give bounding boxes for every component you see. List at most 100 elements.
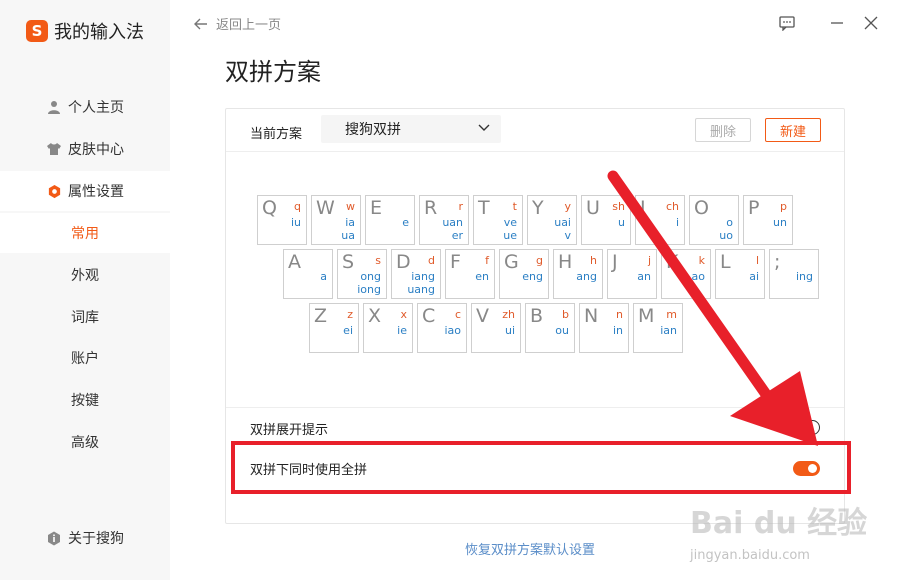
key-f1: an bbox=[637, 270, 651, 283]
sidebar-item-label: 个人主页 bbox=[68, 100, 124, 116]
key-o: Oo uo bbox=[689, 195, 739, 245]
key-f1: ao bbox=[691, 270, 705, 283]
key-init: n bbox=[616, 308, 623, 321]
key-k: Kk ao bbox=[661, 249, 711, 299]
key-main: P bbox=[748, 197, 760, 219]
key-f1: eng bbox=[522, 270, 543, 283]
key-main: J bbox=[612, 251, 618, 273]
key-f1: i bbox=[675, 216, 679, 229]
scheme-select-value: 搜狗双拼 bbox=[345, 122, 401, 138]
key-init: y bbox=[564, 200, 571, 213]
key-main: M bbox=[638, 305, 655, 327]
key-f2: ua bbox=[341, 229, 355, 242]
key-f1: ai bbox=[749, 270, 759, 283]
restore-defaults-link[interactable]: 恢复双拼方案默认设置 bbox=[465, 539, 595, 558]
key-f1: iang bbox=[411, 270, 435, 283]
key-f1: en bbox=[475, 270, 489, 283]
key-main: A bbox=[288, 251, 301, 273]
key-main: B bbox=[530, 305, 544, 327]
key-f1: ing bbox=[795, 270, 813, 283]
key-init: q bbox=[294, 200, 301, 213]
sidebar-item-about[interactable]: 关于搜狗 bbox=[0, 518, 170, 558]
sidebar-subitem-dictionary[interactable]: 词库 bbox=[0, 297, 170, 337]
key-main: E bbox=[370, 197, 383, 219]
sidebar-item-label: 属性设置 bbox=[68, 184, 124, 200]
key-init: t bbox=[512, 200, 517, 213]
key-f1: ie bbox=[397, 324, 407, 337]
toggle-knob bbox=[796, 423, 804, 431]
key-y: Yy uai v bbox=[527, 195, 577, 245]
key-init: w bbox=[346, 200, 355, 213]
key-init: p bbox=[780, 200, 787, 213]
feedback-button[interactable] bbox=[776, 12, 798, 34]
key-f2: er bbox=[451, 229, 463, 242]
key-h: Hh ang bbox=[553, 249, 603, 299]
key-e: Ee bbox=[365, 195, 415, 245]
sidebar-subitem-advanced[interactable]: 高级 bbox=[0, 422, 170, 462]
key-q: Qq iu bbox=[257, 195, 307, 245]
key-init: z bbox=[347, 308, 353, 321]
user-icon bbox=[46, 99, 62, 115]
sidebar-subitem-account[interactable]: 账户 bbox=[0, 338, 170, 378]
sidebar-subitem-appearance[interactable]: 外观 bbox=[0, 255, 170, 295]
page-title: 双拼方案 bbox=[225, 58, 321, 86]
key-f1: ang bbox=[576, 270, 597, 283]
key-m: Mm ian bbox=[633, 303, 683, 353]
message-icon bbox=[779, 15, 795, 31]
key-f1: ou bbox=[555, 324, 569, 337]
key-main: V bbox=[476, 305, 489, 327]
key-f2: uang bbox=[407, 283, 435, 296]
sidebar-item-label: 关于搜狗 bbox=[68, 531, 124, 547]
key-main: D bbox=[396, 251, 411, 273]
back-link[interactable]: 返回上一页 bbox=[194, 14, 281, 33]
key-f2: v bbox=[564, 229, 571, 242]
key-init: d bbox=[428, 254, 435, 267]
toggle-expand-hint[interactable] bbox=[793, 420, 820, 435]
sidebar-subitem-common[interactable]: 常用 bbox=[0, 213, 170, 253]
key-init: s bbox=[375, 254, 381, 267]
key-main: Y bbox=[532, 197, 544, 219]
key-f1: ong bbox=[360, 270, 381, 283]
app-logo: S 我的输入法 bbox=[26, 18, 144, 44]
arrow-left-icon bbox=[194, 18, 207, 29]
key-main: R bbox=[424, 197, 438, 219]
key-f1: e bbox=[402, 216, 409, 229]
sidebar-item-profile[interactable]: 个人主页 bbox=[0, 87, 170, 127]
key-f1: iao bbox=[444, 324, 461, 337]
key-z: Zz ei bbox=[309, 303, 359, 353]
key-f2: iong bbox=[357, 283, 381, 296]
scheme-select[interactable]: 搜狗双拼 bbox=[321, 115, 501, 143]
sidebar: S 我的输入法 个人主页 皮肤中心 属性设置 常用 外观 词库 账户 按键 高级… bbox=[0, 0, 170, 580]
key-init: l bbox=[755, 254, 759, 267]
key-f2: uo bbox=[719, 229, 733, 242]
key-f1: ve bbox=[503, 216, 517, 229]
sidebar-item-settings[interactable]: 属性设置 bbox=[0, 171, 170, 211]
sidebar-item-skin[interactable]: 皮肤中心 bbox=[0, 129, 170, 169]
key-main: N bbox=[584, 305, 599, 327]
key-u: Ush u bbox=[581, 195, 631, 245]
key-main: S bbox=[342, 251, 355, 273]
key-c: Cc iao bbox=[417, 303, 467, 353]
key-init: zh bbox=[502, 308, 515, 321]
annotation-highlight-box bbox=[231, 441, 851, 494]
key-t: Tt ve ue bbox=[473, 195, 523, 245]
sogou-logo-icon: S bbox=[26, 20, 48, 42]
close-button[interactable] bbox=[860, 12, 882, 34]
sidebar-item-label: 皮肤中心 bbox=[68, 142, 124, 158]
key-main: T bbox=[478, 197, 490, 219]
key-d: Dd iang uang bbox=[391, 249, 441, 299]
key-n: Nn in bbox=[579, 303, 629, 353]
sidebar-subitem-keys[interactable]: 按键 bbox=[0, 380, 170, 420]
minimize-button[interactable] bbox=[826, 12, 848, 34]
key-f1: uai bbox=[554, 216, 571, 229]
key-main: O bbox=[694, 197, 709, 219]
new-button[interactable]: 新建 bbox=[765, 118, 821, 142]
delete-button[interactable]: 删除 bbox=[695, 118, 751, 142]
key-v: Vzh ui bbox=[471, 303, 521, 353]
key-x: Xx ie bbox=[363, 303, 413, 353]
key-f1: ia bbox=[345, 216, 355, 229]
key-f1: un bbox=[773, 216, 787, 229]
key-f1: u bbox=[618, 216, 625, 229]
key-s: Ss ong iong bbox=[337, 249, 387, 299]
key-a: Aa bbox=[283, 249, 333, 299]
